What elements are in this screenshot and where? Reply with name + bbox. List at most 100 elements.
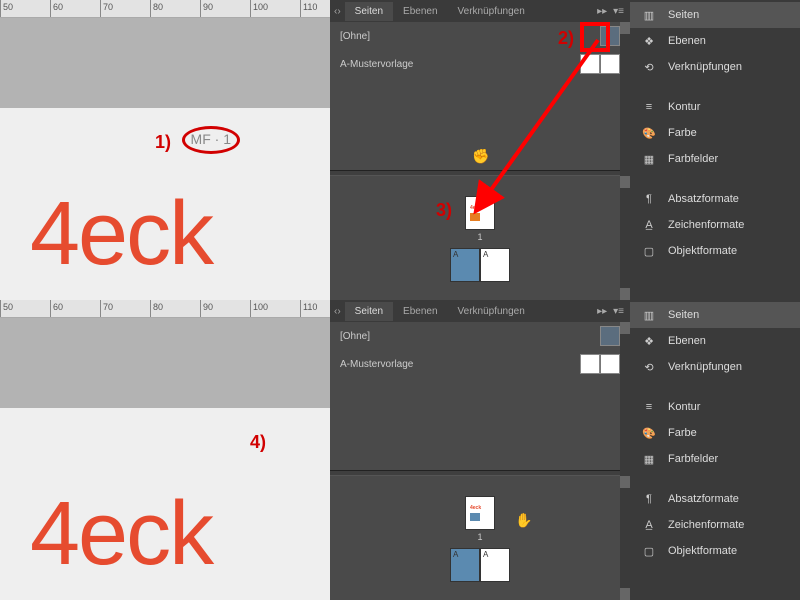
- collapse-icon[interactable]: ‹›: [330, 6, 345, 17]
- layers-icon: ❖: [640, 334, 658, 348]
- logo-text: 4eck: [30, 483, 212, 586]
- document-page[interactable]: 4eck: [0, 408, 330, 600]
- side-label: Farbe: [668, 127, 697, 139]
- panel-menu-icon[interactable]: ▾≡: [611, 4, 630, 19]
- master-thumb-none[interactable]: [600, 326, 620, 346]
- panel-tabs: ‹› Seiten Ebenen Verknüpfungen ▸▸ ▾≡: [330, 300, 630, 322]
- panel-scrollbar[interactable]: [620, 322, 630, 600]
- side-label: Ebenen: [668, 335, 706, 347]
- side-label: Zeichenformate: [668, 519, 744, 531]
- master-a-row[interactable]: A-Mustervorlage: [330, 350, 630, 378]
- ruler-tick: 50: [3, 302, 13, 312]
- tab-pages[interactable]: Seiten: [345, 2, 393, 21]
- tab-links[interactable]: Verknüpfungen: [448, 302, 535, 321]
- grab-cursor-icon: ✊: [472, 148, 489, 165]
- canvas-area-bottom: 50 60 70 80 90 100 110 120 4eck: [0, 300, 330, 600]
- page-spread-2-3[interactable]: A A: [450, 248, 510, 282]
- side-panel-bottom: ▥Seiten ❖ Ebenen ⟲ Verknüpfungen ≡ Kontur 🎨…: [630, 300, 800, 600]
- scroll-down-icon[interactable]: [620, 588, 630, 600]
- expand-icon[interactable]: ▸▸: [593, 6, 611, 17]
- swatches-icon: ▦: [640, 152, 658, 166]
- layers-icon: ❖: [640, 34, 658, 48]
- master-thumb-a-right[interactable]: [600, 354, 620, 374]
- master-thumb-a-right[interactable]: [600, 54, 620, 74]
- master-none-row[interactable]: [Ohne]: [330, 322, 630, 350]
- side-item-para-styles[interactable]: ¶Absatzformate: [630, 486, 800, 512]
- side-item-char-styles[interactable]: A̲Zeichenformate: [630, 212, 800, 238]
- tab-layers[interactable]: Ebenen: [393, 2, 447, 21]
- side-item-stroke[interactable]: ≡Kontur: [630, 94, 800, 120]
- side-label: Objektformate: [668, 245, 737, 257]
- master-indicator: A: [453, 250, 458, 259]
- tab-pages[interactable]: Seiten: [345, 302, 393, 321]
- master-label: A-Mustervorlage: [340, 359, 413, 370]
- character-icon: A̲: [640, 518, 658, 532]
- side-item-obj-styles[interactable]: ▢Objektformate: [630, 238, 800, 264]
- side-label: Ebenen: [668, 35, 706, 47]
- ruler-tick: 80: [153, 302, 163, 312]
- color-icon: 🎨: [640, 126, 658, 140]
- links-icon: ⟲: [640, 60, 658, 74]
- ruler-tick: 100: [253, 302, 268, 312]
- ruler-tick: 90: [203, 2, 213, 12]
- links-icon: ⟲: [640, 360, 658, 374]
- ruler-tick: 60: [53, 302, 63, 312]
- side-item-links[interactable]: ⟲ Verknüpfungen: [630, 354, 800, 380]
- ruler-tick: 80: [153, 2, 163, 12]
- side-label: Kontur: [668, 101, 700, 113]
- scroll-down-icon[interactable]: [620, 288, 630, 300]
- side-label: Objektformate: [668, 545, 737, 557]
- scroll-thumb[interactable]: [620, 176, 630, 188]
- master-indicator: A: [483, 250, 488, 259]
- side-panel-top: ▥Seiten ❖ Ebenen ⟲Verknüpfungen ≡Kontur 🎨…: [630, 0, 800, 300]
- panel-scrollbar[interactable]: [620, 22, 630, 300]
- annotation-ellipse: [182, 126, 240, 154]
- side-item-layers[interactable]: ❖ Ebenen: [630, 328, 800, 354]
- tab-links[interactable]: Verknüpfungen: [448, 2, 535, 21]
- side-label: Seiten: [668, 9, 699, 21]
- master-indicator: A: [453, 550, 458, 559]
- side-item-swatches[interactable]: ▦ Farbfelder: [630, 146, 800, 172]
- master-thumb-a-left[interactable]: [580, 354, 600, 374]
- side-label: Farbfelder: [668, 153, 718, 165]
- master-label: [Ohne]: [340, 331, 370, 342]
- side-item-swatches[interactable]: ▦Farbfelder: [630, 446, 800, 472]
- ruler-tick: 70: [103, 2, 113, 12]
- side-item-obj-styles[interactable]: ▢ Objektformate: [630, 538, 800, 564]
- stroke-icon: ≡: [640, 400, 658, 414]
- scroll-up-icon[interactable]: [620, 22, 630, 34]
- horizontal-ruler: 50 60 70 80 90 100 110 120: [0, 300, 330, 318]
- character-icon: A̲: [640, 218, 658, 232]
- swatches-icon: ▦: [640, 452, 658, 466]
- page-number-label: 1: [477, 532, 482, 542]
- scroll-thumb[interactable]: [620, 476, 630, 488]
- side-item-color[interactable]: 🎨Farbe: [630, 420, 800, 446]
- master-label: [Ohne]: [340, 31, 370, 42]
- side-item-stroke[interactable]: ≡ Kontur: [630, 394, 800, 420]
- side-label: Kontur: [668, 401, 700, 413]
- side-item-layers[interactable]: ❖ Ebenen: [630, 28, 800, 54]
- side-item-para-styles[interactable]: ¶Absatzformate: [630, 186, 800, 212]
- scroll-up-icon[interactable]: [620, 322, 630, 334]
- side-item-pages[interactable]: ▥Seiten: [630, 302, 800, 328]
- page-spread-2-3[interactable]: A A: [450, 548, 510, 582]
- logo-text: 4eck: [30, 183, 212, 286]
- side-item-color[interactable]: 🎨 Farbe: [630, 120, 800, 146]
- document-pages-strip: 4eck 1 ✋ A A: [330, 476, 630, 600]
- side-item-char-styles[interactable]: A̲ Zeichenformate: [630, 512, 800, 538]
- page-thumb-1[interactable]: 4eck: [465, 496, 495, 530]
- master-a-row[interactable]: A-Mustervorlage: [330, 50, 630, 78]
- collapse-icon[interactable]: ‹›: [330, 306, 345, 317]
- expand-icon[interactable]: ▸▸: [593, 306, 611, 317]
- master-thumb-a-left[interactable]: [580, 54, 600, 74]
- page-thumb-1[interactable]: 4eck: [465, 196, 495, 230]
- ruler-tick: 110: [303, 302, 317, 312]
- tab-layers[interactable]: Ebenen: [393, 302, 447, 321]
- side-item-links[interactable]: ⟲Verknüpfungen: [630, 54, 800, 80]
- annotation-box: [580, 22, 610, 52]
- document-page[interactable]: MF · 1 4eck: [0, 108, 330, 300]
- side-item-pages[interactable]: ▥Seiten: [630, 2, 800, 28]
- side-label: Verknüpfungen: [668, 361, 742, 373]
- object-icon: ▢: [640, 544, 658, 558]
- panel-menu-icon[interactable]: ▾≡: [611, 304, 630, 319]
